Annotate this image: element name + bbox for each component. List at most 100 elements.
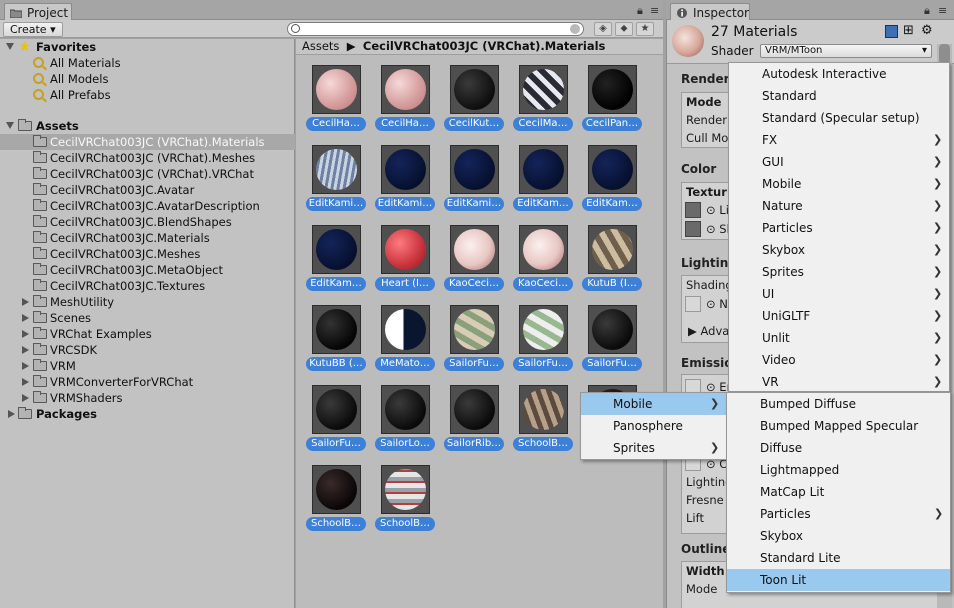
material-asset[interactable]: EditKam… bbox=[306, 225, 366, 291]
material-asset[interactable]: KutuB (I… bbox=[582, 225, 642, 291]
menu-icon[interactable]: ≡ bbox=[938, 4, 947, 17]
tree-asset-item[interactable]: CecilVRChat003JC.BlendShapes bbox=[0, 214, 295, 230]
tree-asset-item[interactable]: CecilVRChat003JC.Textures bbox=[0, 278, 295, 294]
material-asset[interactable]: EditKami… bbox=[375, 145, 435, 211]
favorite-button[interactable]: ★ bbox=[636, 22, 654, 36]
tree-asset-item[interactable]: CecilVRChat003JC (VRChat).Materials bbox=[0, 134, 295, 150]
material-asset[interactable]: SailorLo… bbox=[375, 385, 435, 451]
material-asset[interactable]: EditKam… bbox=[582, 145, 642, 211]
search-input[interactable] bbox=[287, 22, 584, 36]
tree-favorite-item[interactable]: All Materials bbox=[0, 55, 295, 71]
preset-icon[interactable]: ⊞ bbox=[903, 23, 914, 38]
lock-icon[interactable]: 🔒︎ bbox=[924, 4, 930, 18]
tree-asset-item[interactable]: CecilVRChat003JC.MetaObject bbox=[0, 262, 295, 278]
menu-item[interactable]: VR ❯ bbox=[729, 371, 949, 393]
menu-item[interactable]: UniGLTF ❯ bbox=[729, 305, 949, 327]
menu-item[interactable]: Standard (Specular setup) bbox=[729, 107, 949, 129]
menu-item[interactable]: MatCap Lit bbox=[727, 481, 950, 503]
material-asset[interactable]: SailorRib… bbox=[444, 385, 504, 451]
tree-favorite-item[interactable]: All Models bbox=[0, 71, 295, 87]
material-asset[interactable]: SailorFu… bbox=[306, 385, 366, 451]
material-asset[interactable]: CecilKut… bbox=[444, 65, 504, 131]
menu-item[interactable]: Autodesk Interactive bbox=[729, 63, 949, 85]
material-asset[interactable]: CecilMa… bbox=[513, 65, 573, 131]
advanced-foldout[interactable]: ▶ Adva bbox=[688, 324, 729, 338]
tree-packages[interactable]: Packages bbox=[0, 406, 295, 422]
menu-item[interactable]: Diffuse bbox=[727, 437, 950, 459]
tree-asset-item[interactable]: MeshUtility bbox=[0, 294, 295, 310]
search-by-label-button[interactable]: ⬥ bbox=[615, 22, 633, 36]
tree-asset-item[interactable]: CecilVRChat003JC.Meshes bbox=[0, 246, 295, 262]
material-asset[interactable]: KaoCeci… bbox=[444, 225, 504, 291]
material-asset[interactable]: SailorFu… bbox=[444, 305, 504, 371]
tree-asset-item[interactable]: Scenes bbox=[0, 310, 295, 326]
menu-item[interactable]: Skybox bbox=[727, 525, 950, 547]
expand-arrow-icon[interactable] bbox=[6, 43, 14, 50]
menu-item[interactable]: Panosphere bbox=[581, 415, 726, 437]
menu-item[interactable]: Mobile ❯ bbox=[581, 393, 726, 415]
material-asset[interactable]: CecilHa… bbox=[306, 65, 366, 131]
clear-search-icon[interactable] bbox=[570, 24, 580, 34]
expand-arrow-icon[interactable] bbox=[22, 378, 29, 386]
menu-item[interactable]: GUI ❯ bbox=[729, 151, 949, 173]
menu-item[interactable]: Bumped Mapped Specular bbox=[727, 415, 950, 437]
material-asset[interactable]: CecilPan… bbox=[582, 65, 642, 131]
material-asset[interactable]: EditKami… bbox=[306, 145, 366, 211]
shade-texture-swatch[interactable] bbox=[685, 221, 701, 237]
expand-arrow-icon[interactable] bbox=[22, 394, 29, 402]
material-asset[interactable]: KutuBB (… bbox=[306, 305, 366, 371]
menu-item[interactable]: Sprites ❯ bbox=[581, 437, 726, 459]
menu-item[interactable]: Video ❯ bbox=[729, 349, 949, 371]
tab-inspector[interactable]: Inspector bbox=[670, 3, 750, 21]
material-asset[interactable]: SchoolB… bbox=[513, 385, 573, 451]
expand-arrow-icon[interactable] bbox=[22, 346, 29, 354]
tree-asset-item[interactable]: VRChat Examples bbox=[0, 326, 295, 342]
lit-texture-swatch[interactable] bbox=[685, 202, 701, 218]
material-asset[interactable]: Heart (I… bbox=[375, 225, 435, 291]
lock-icon[interactable]: 🔒︎ bbox=[637, 4, 643, 18]
help-icon[interactable] bbox=[885, 25, 898, 38]
tree-asset-item[interactable]: CecilVRChat003JC.Avatar bbox=[0, 182, 295, 198]
menu-item[interactable]: Standard Lite bbox=[727, 547, 950, 569]
tree-asset-item[interactable]: VRMShaders bbox=[0, 390, 295, 406]
menu-item[interactable]: Skybox ❯ bbox=[729, 239, 949, 261]
expand-arrow-icon[interactable] bbox=[22, 314, 29, 322]
tree-favorite-item[interactable]: All Prefabs bbox=[0, 87, 295, 103]
menu-item[interactable]: Particles ❯ bbox=[729, 217, 949, 239]
tree-asset-item[interactable]: CecilVRChat003JC.Materials bbox=[0, 230, 295, 246]
menu-item[interactable]: UI ❯ bbox=[729, 283, 949, 305]
material-asset[interactable]: EditKami… bbox=[444, 145, 504, 211]
menu-item[interactable]: Bumped Diffuse bbox=[727, 393, 950, 415]
material-asset[interactable]: SailorFu… bbox=[582, 305, 642, 371]
material-asset[interactable]: CecilHa… bbox=[375, 65, 435, 131]
gear-icon[interactable]: ⚙ bbox=[921, 23, 933, 38]
expand-arrow-icon[interactable] bbox=[22, 330, 29, 338]
tree-favorites[interactable]: ★ Favorites bbox=[0, 39, 295, 55]
menu-icon[interactable]: ≡ bbox=[650, 4, 659, 17]
menu-item[interactable]: Nature ❯ bbox=[729, 195, 949, 217]
tree-asset-item[interactable]: VRM bbox=[0, 358, 295, 374]
menu-item[interactable]: Toon Lit bbox=[727, 569, 950, 591]
expand-arrow-icon[interactable] bbox=[22, 298, 29, 306]
tree-asset-item[interactable]: VRCSDK bbox=[0, 342, 295, 358]
breadcrumb-root[interactable]: Assets bbox=[302, 39, 339, 53]
breadcrumb-current[interactable]: CecilVRChat003JC (VRChat).Materials bbox=[363, 39, 606, 53]
inspector-scrollbar-thumb[interactable] bbox=[939, 44, 950, 64]
expand-arrow-icon[interactable] bbox=[6, 122, 14, 129]
menu-item[interactable]: Sprites ❯ bbox=[729, 261, 949, 283]
menu-item[interactable]: Unlit ❯ bbox=[729, 327, 949, 349]
tree-asset-item[interactable]: VRMConverterForVRChat bbox=[0, 374, 295, 390]
tree-asset-item[interactable]: CecilVRChat003JC (VRChat).Meshes bbox=[0, 150, 295, 166]
menu-item[interactable]: Lightmapped bbox=[727, 459, 950, 481]
material-asset[interactable]: MeMato… bbox=[375, 305, 435, 371]
material-asset[interactable]: SailorFu… bbox=[513, 305, 573, 371]
create-button[interactable]: Create ▾ bbox=[3, 22, 63, 37]
material-asset[interactable]: SchoolB… bbox=[375, 465, 435, 531]
expand-arrow-icon[interactable] bbox=[22, 362, 29, 370]
menu-item[interactable]: FX ❯ bbox=[729, 129, 949, 151]
tree-asset-item[interactable]: CecilVRChat003JC.AvatarDescription bbox=[0, 198, 295, 214]
material-asset[interactable]: EditKam… bbox=[513, 145, 573, 211]
shader-dropdown[interactable]: VRM/MToon ▾ bbox=[760, 44, 932, 58]
menu-item[interactable]: Mobile ❯ bbox=[729, 173, 949, 195]
menu-item[interactable]: Standard bbox=[729, 85, 949, 107]
